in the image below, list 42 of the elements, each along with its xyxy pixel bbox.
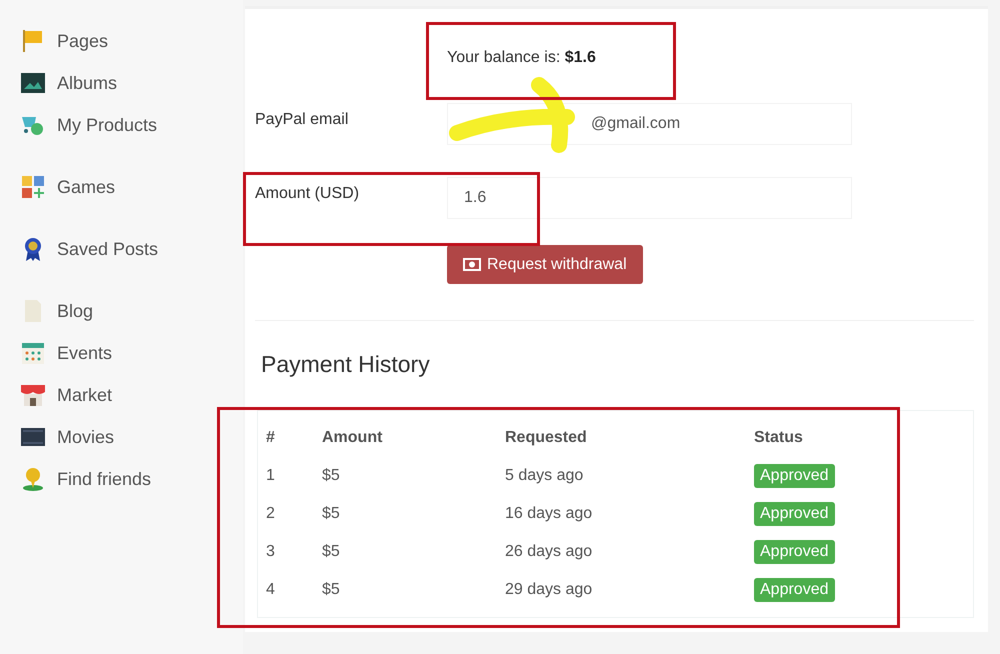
- sidebar-item[interactable]: Events: [20, 332, 243, 374]
- sidebar-item[interactable]: My Products: [20, 104, 243, 146]
- table-cell-text: 29 days ago: [505, 581, 594, 599]
- column-header: Requested: [505, 429, 588, 447]
- table-cell-text: $5: [322, 581, 341, 599]
- table-cell-text: $5: [322, 505, 341, 523]
- field-label: PayPal email: [255, 111, 350, 129]
- column-header: #: [266, 429, 276, 447]
- sidebar-item[interactable]: Blog: [20, 290, 243, 332]
- balance-text: Your balance is: $1.6: [447, 49, 597, 68]
- table-cell-text: 1: [266, 467, 276, 485]
- table-cell-text: 5 days ago: [505, 467, 584, 485]
- table-cell-text: 3: [266, 543, 276, 561]
- sidebar-item[interactable]: Games: [20, 166, 243, 208]
- sidebar-item[interactable]: Find friends: [20, 458, 243, 500]
- album-icon: [20, 70, 46, 96]
- request-withdrawal-button[interactable]: Request withdrawal: [447, 245, 643, 284]
- column-header: Status: [754, 429, 804, 447]
- sidebar-item[interactable]: Pages: [20, 20, 243, 62]
- status-badge: Approved: [754, 502, 834, 526]
- table-cell-text: $5: [322, 543, 341, 561]
- status-badge: Approved: [754, 578, 834, 602]
- person-pin-icon: [20, 466, 46, 492]
- calendar-icon: [20, 340, 46, 366]
- field-label: Amount (USD): [255, 185, 360, 203]
- sidebar-item[interactable]: Saved Posts: [20, 228, 243, 270]
- input-field[interactable]: 1.6: [447, 177, 852, 219]
- money-icon: [463, 258, 481, 271]
- table-cell-text: $5: [322, 467, 341, 485]
- sidebar-item[interactable]: Albums: [20, 62, 243, 104]
- sidebar-item[interactable]: Movies: [20, 416, 243, 458]
- games-icon: [20, 174, 46, 200]
- table-cell-text: 4: [266, 581, 276, 599]
- section-title: Payment History: [261, 351, 431, 378]
- table-cell-text: 16 days ago: [505, 505, 594, 523]
- table-cell-text: 2: [266, 505, 276, 523]
- status-badge: Approved: [754, 464, 834, 488]
- shop-icon: [20, 382, 46, 408]
- table-cell-text: 26 days ago: [505, 543, 594, 561]
- sidebar-item[interactable]: Market: [20, 374, 243, 416]
- column-header: Amount: [322, 429, 384, 447]
- status-badge: Approved: [754, 540, 834, 564]
